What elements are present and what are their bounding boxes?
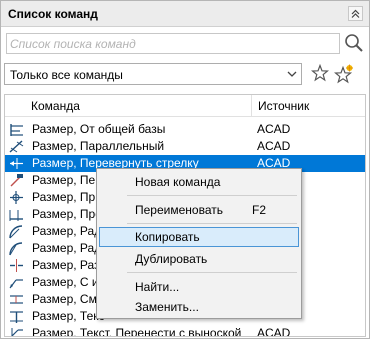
search-field[interactable]: [6, 33, 340, 54]
row-command: Размер, С из: [32, 275, 105, 289]
star-new-icon: [333, 64, 353, 84]
menu-separator: [127, 195, 297, 196]
dimension-icon: [10, 174, 23, 187]
row-command: Размер, Текст, Перенести с выноской: [32, 326, 242, 337]
leader-icon: [9, 279, 23, 289]
star-icon: [310, 63, 330, 82]
panel-titlebar: Список команд: [1, 1, 369, 27]
panel-title: Список команд: [8, 7, 98, 21]
dimension-icon: [9, 140, 24, 153]
row-command: Размер, От общей базы: [32, 122, 166, 136]
break-icon: [10, 259, 23, 272]
row-source: ACAD: [257, 139, 291, 153]
menu-item-replace[interactable]: Заменить...: [99, 297, 299, 317]
chevron-down-icon: [287, 71, 297, 77]
column-header-source[interactable]: Источник: [258, 99, 309, 113]
favorites-button[interactable]: [310, 63, 331, 84]
table-row[interactable]: Размер, От общей базы ACAD: [5, 121, 365, 138]
radius-icon: [9, 225, 23, 239]
row-source: ACAD: [257, 122, 291, 136]
menu-item-find[interactable]: Найти...: [99, 277, 299, 297]
dimension-icon: [10, 124, 23, 136]
column-header-command[interactable]: Команда: [31, 99, 80, 113]
menu-item-duplicate[interactable]: Дублировать: [99, 249, 299, 269]
collapse-button[interactable]: [348, 6, 363, 21]
dimension-icon: [10, 191, 23, 204]
flip-arrow-icon: [10, 158, 23, 169]
search-button[interactable]: [344, 33, 364, 53]
offset-icon: [10, 295, 23, 304]
table-row[interactable]: Размер, Параллельный ACAD: [5, 138, 365, 155]
menu-item-rename[interactable]: Переименовать F2: [99, 200, 299, 220]
table-row[interactable]: Размер, Текст, Перенести с выноской ACAD: [5, 325, 365, 337]
menu-item-new-command[interactable]: Новая команда: [99, 172, 299, 192]
command-list-panel: Список команд Только все команды: [0, 0, 370, 339]
text-move-icon: [11, 328, 23, 336]
row-source: ACAD: [257, 326, 291, 337]
menu-separator: [127, 272, 297, 273]
dimension-icon: [9, 210, 23, 221]
double-chevron-up-icon: [351, 9, 360, 18]
search-input[interactable]: [7, 34, 339, 53]
list-header: Команда Источник: [5, 95, 365, 117]
row-command: Размер, Параллельный: [32, 139, 165, 153]
new-command-button[interactable]: [333, 64, 354, 84]
filter-value: Только все команды: [10, 68, 123, 82]
row-command: Размер, Текс: [32, 309, 105, 323]
radius-icon: [9, 242, 23, 256]
search-icon: [345, 34, 363, 52]
text-icon: [10, 311, 23, 323]
context-menu: Новая команда Переименовать F2 Копироват…: [96, 168, 302, 319]
menu-separator: [127, 223, 297, 224]
menu-item-copy[interactable]: Копировать: [99, 227, 299, 247]
filter-dropdown[interactable]: Только все команды: [4, 63, 302, 85]
